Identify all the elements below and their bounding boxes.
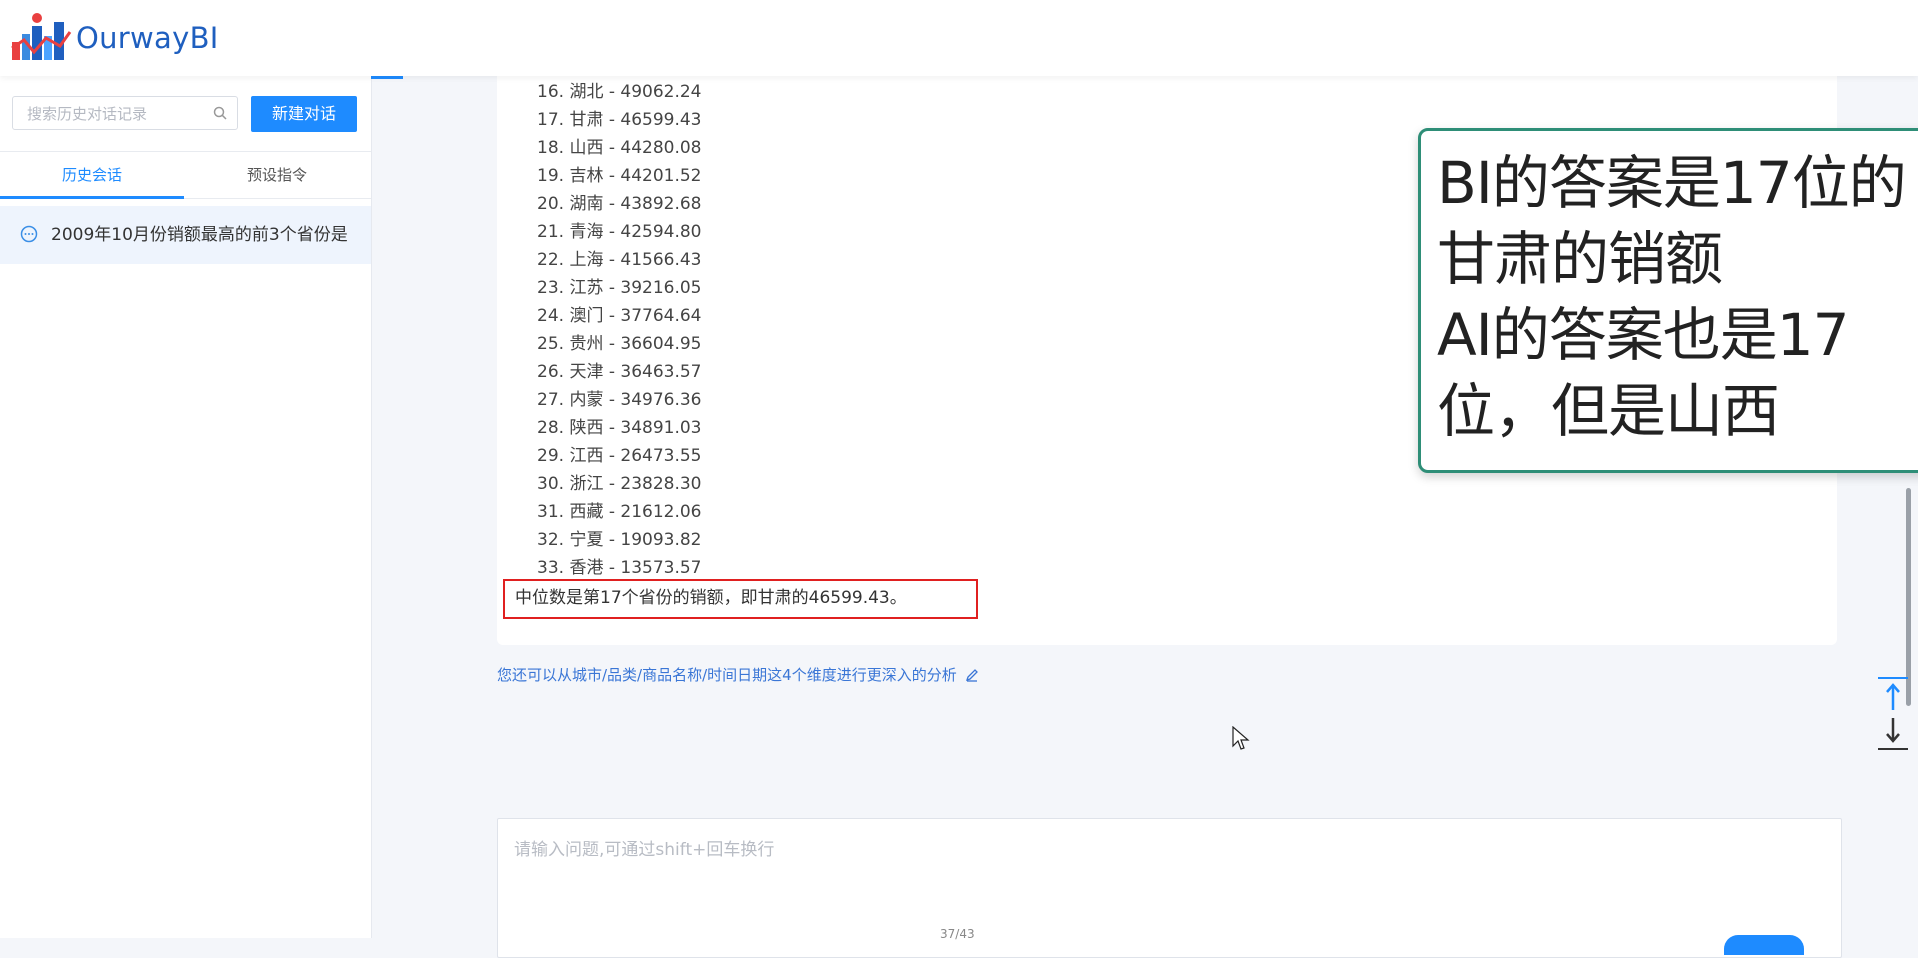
main-tab-indicator xyxy=(371,76,403,79)
list-item: 32. 宁夏 - 19093.82 xyxy=(537,530,702,550)
app-logo[interactable]: OurwayBI xyxy=(10,12,219,64)
question-input[interactable] xyxy=(512,833,1816,917)
sidebar-tabs: 历史会话 预设指令 xyxy=(0,151,371,199)
list-item: 19. 吉林 - 44201.52 xyxy=(537,166,702,186)
list-item: 27. 内蒙 - 34976.36 xyxy=(537,390,702,410)
list-item: 29. 江西 - 26473.55 xyxy=(537,446,702,466)
list-item: 30. 浙江 - 23828.30 xyxy=(537,474,702,494)
mouse-cursor-icon xyxy=(1232,726,1250,750)
followup-suggestion[interactable]: 您还可以从城市/品类/商品名称/时间日期这4个维度进行更深入的分析 xyxy=(497,664,979,685)
app-name: OurwayBI xyxy=(76,21,219,55)
list-item: 28. 陕西 - 34891.03 xyxy=(537,418,702,438)
annotation-text: BI的答案是17位的 甘肃的销额 AI的答案也是17 位，但是山西 xyxy=(1437,149,1907,445)
search-icon[interactable] xyxy=(213,106,227,120)
list-item: 26. 天津 - 36463.57 xyxy=(537,362,702,382)
list-item: 22. 上海 - 41566.43 xyxy=(537,250,702,270)
ranking-list: 16. 湖北 - 49062.24 17. 甘肃 - 46599.43 18. … xyxy=(537,78,702,582)
top-header: OurwayBI xyxy=(0,0,1918,76)
list-item: 23. 江苏 - 39216.05 xyxy=(537,278,702,298)
list-item: 25. 贵州 - 36604.95 xyxy=(537,334,702,354)
tab-presets[interactable]: 预设指令 xyxy=(185,152,369,198)
sidebar: 新建对话 历史会话 预设指令 2009年10月份销额最高的前3个省份是 xyxy=(0,76,372,938)
list-item: 17. 甘肃 - 46599.43 xyxy=(537,110,702,130)
tab-history[interactable]: 历史会话 xyxy=(0,152,184,199)
new-chat-button[interactable]: 新建对话 xyxy=(251,96,357,132)
list-item: 18. 山西 - 44280.08 xyxy=(537,138,702,158)
scroll-to-bottom-icon[interactable] xyxy=(1876,716,1910,752)
list-item: 31. 西藏 - 21612.06 xyxy=(537,502,702,522)
history-search-input[interactable] xyxy=(13,97,219,131)
list-item: 33. 香港 - 13573.57 xyxy=(537,558,702,578)
list-item: 24. 澳门 - 37764.64 xyxy=(537,306,702,326)
median-statement: 中位数是第17个省份的销额，即甘肃的46599.43。 xyxy=(515,588,907,608)
edit-icon[interactable] xyxy=(965,668,979,682)
history-item-title: 2009年10月份销额最高的前3个省份是 xyxy=(51,225,348,245)
logo-icon xyxy=(11,13,72,60)
history-list-item[interactable]: 2009年10月份销额最高的前3个省份是 xyxy=(0,206,371,264)
scroll-to-top-icon[interactable] xyxy=(1876,676,1910,716)
list-item: 16. 湖北 - 49062.24 xyxy=(537,82,702,102)
list-item: 20. 湖南 - 43892.68 xyxy=(537,194,702,214)
page-indicator: 37/43 xyxy=(940,927,975,941)
scrollbar-thumb[interactable] xyxy=(1906,488,1911,706)
send-button[interactable] xyxy=(1724,935,1804,955)
question-input-area: 37/43 xyxy=(497,818,1842,958)
annotation-callout: BI的答案是17位的 甘肃的销额 AI的答案也是17 位，但是山西 xyxy=(1418,128,1918,473)
suggestion-text: 您还可以从城市/品类/商品名称/时间日期这4个维度进行更深入的分析 xyxy=(497,666,957,684)
list-item: 21. 青海 - 42594.80 xyxy=(537,222,702,242)
history-search xyxy=(12,96,238,131)
chat-bubble-icon xyxy=(20,225,38,243)
